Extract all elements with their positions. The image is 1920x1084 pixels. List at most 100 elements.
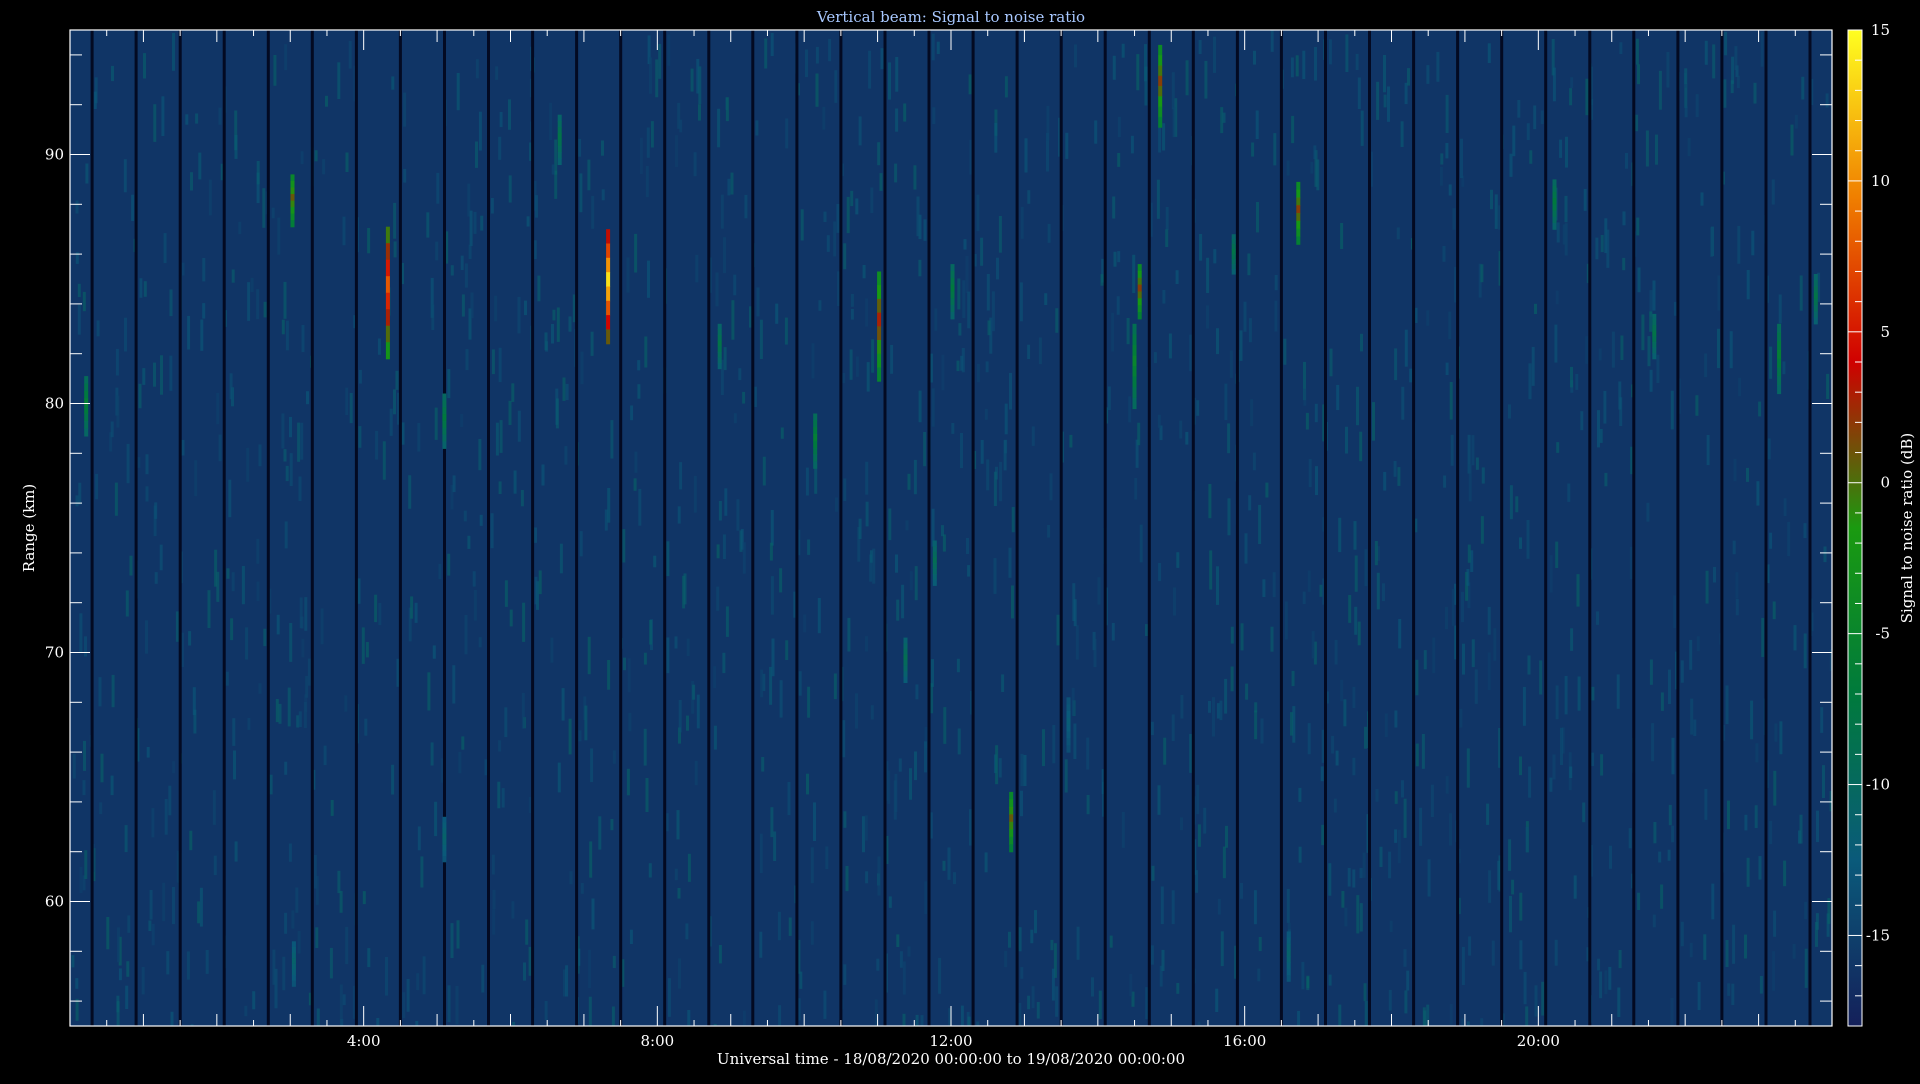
heatmap-noise-cell bbox=[535, 195, 538, 218]
heatmap-noise-cell bbox=[1203, 807, 1207, 834]
heatmap-noise-cell bbox=[1314, 403, 1318, 423]
heatmap-noise-cell bbox=[205, 950, 209, 974]
heatmap-noise-cell bbox=[1480, 516, 1484, 544]
heatmap-noise-cell bbox=[1216, 566, 1219, 605]
heatmap-noise-cell bbox=[438, 563, 442, 580]
heatmap-noise-cell bbox=[693, 475, 697, 513]
heatmap-noise-cell bbox=[850, 294, 854, 307]
heatmap-noise-cell bbox=[731, 300, 735, 340]
heatmap-noise-cell bbox=[172, 32, 175, 71]
heatmap-noise-cell bbox=[742, 542, 746, 574]
echo-segment bbox=[1296, 197, 1301, 206]
heatmap-noise-cell bbox=[718, 945, 722, 964]
heatmap-noise-cell bbox=[127, 915, 131, 933]
heatmap-noise-cell bbox=[111, 674, 115, 708]
echo-mark bbox=[385, 226, 390, 360]
echo-segment bbox=[84, 420, 89, 429]
heatmap-noise-cell bbox=[75, 998, 79, 1021]
snr-heatmap-chart: Vertical beam: Signal to noise ratio 60 7… bbox=[0, 0, 1920, 1080]
heatmap-noise-cell bbox=[129, 555, 133, 576]
echo-segment bbox=[1813, 317, 1818, 325]
heatmap-noise-cell bbox=[417, 423, 421, 452]
heatmap-noise-cell bbox=[1769, 346, 1773, 379]
heatmap-noise-cell bbox=[1552, 67, 1556, 102]
heatmap-noise-cell bbox=[742, 391, 746, 404]
heatmap-noise-cell bbox=[1359, 867, 1363, 879]
heatmap-noise-cell bbox=[93, 91, 97, 109]
heatmap-noise-cell bbox=[467, 535, 471, 549]
heatmap-noise-cell bbox=[188, 631, 192, 646]
heatmap-noise-cell bbox=[197, 901, 201, 924]
heatmap-noise-cell bbox=[497, 781, 501, 809]
heatmap-noise-cell bbox=[520, 490, 524, 507]
heatmap-noise-cell bbox=[967, 291, 971, 329]
heatmap-noise-cell bbox=[218, 107, 222, 125]
heatmap-noise-cell bbox=[247, 718, 251, 730]
heatmap-noise-cell bbox=[903, 103, 907, 122]
echo-segment bbox=[932, 574, 937, 581]
heatmap-noise-cell bbox=[1490, 189, 1493, 210]
heatmap-noise-cell bbox=[389, 408, 393, 436]
heatmap-noise-cell bbox=[1116, 296, 1120, 315]
heatmap-noise-cell bbox=[345, 926, 349, 965]
heatmap-noise-cell bbox=[199, 887, 203, 927]
heatmap-noise-cell bbox=[142, 368, 146, 385]
heatmap-noise-cell bbox=[724, 488, 728, 516]
heatmap-noise-cell bbox=[717, 108, 721, 148]
heatmap-noise-cell bbox=[307, 658, 311, 686]
echo-segment bbox=[1137, 298, 1142, 306]
heatmap-noise-cell bbox=[345, 387, 349, 415]
heatmap-noise-cell bbox=[1690, 698, 1694, 735]
heatmap-noise-cell bbox=[475, 59, 479, 79]
colorbar-gradient bbox=[1848, 30, 1862, 1026]
echo-mark bbox=[717, 323, 722, 370]
heatmap-noise-cell bbox=[870, 187, 874, 213]
heatmap-noise-cell bbox=[1799, 275, 1803, 311]
data-gap-column bbox=[1368, 30, 1371, 1026]
heatmap-noise-cell bbox=[1171, 714, 1175, 741]
heatmap-noise-cell bbox=[779, 568, 783, 593]
heatmap-noise-cell bbox=[1439, 166, 1443, 186]
heatmap-noise-cell bbox=[634, 233, 638, 273]
heatmap-noise-cell bbox=[494, 295, 498, 322]
heatmap-noise-cell bbox=[534, 576, 538, 605]
heatmap-noise-cell bbox=[1051, 968, 1055, 1001]
heatmap-noise-cell bbox=[100, 753, 104, 783]
data-gap-column bbox=[663, 30, 667, 1026]
echo-segment bbox=[84, 391, 89, 400]
echo-segment bbox=[1813, 305, 1818, 312]
heatmap-noise-cell bbox=[1394, 710, 1398, 728]
echo-segment bbox=[606, 257, 611, 273]
heatmap-noise-cell bbox=[720, 194, 724, 229]
heatmap-noise-cell bbox=[1344, 907, 1348, 927]
heatmap-noise-cell bbox=[1656, 354, 1660, 383]
heatmap-noise-cell bbox=[149, 890, 153, 920]
echo-mark bbox=[291, 941, 296, 987]
heatmap-noise-cell bbox=[1758, 401, 1762, 417]
heatmap-noise-cell bbox=[1137, 422, 1141, 446]
echo-segment bbox=[950, 270, 955, 279]
heatmap-noise-cell bbox=[1523, 971, 1527, 1005]
data-gap-column bbox=[178, 30, 182, 1026]
heatmap-noise-cell bbox=[123, 159, 127, 193]
echo-segment bbox=[1813, 274, 1818, 281]
heatmap-noise-cell bbox=[924, 741, 927, 773]
heatmap-noise-cell bbox=[1020, 967, 1024, 979]
heatmap-noise-cell bbox=[850, 190, 854, 207]
heatmap-noise-cell bbox=[1554, 324, 1558, 363]
echo-segment bbox=[1286, 962, 1291, 970]
heatmap-noise-cell bbox=[601, 189, 605, 201]
heatmap-noise-cell bbox=[901, 584, 905, 619]
echo-segment bbox=[717, 351, 722, 358]
heatmap-noise-cell bbox=[1065, 132, 1069, 159]
heatmap-noise-cell bbox=[1822, 765, 1825, 798]
heatmap-noise-cell bbox=[1653, 822, 1657, 844]
heatmap-noise-cell bbox=[626, 257, 630, 293]
heatmap-noise-cell bbox=[1508, 404, 1511, 419]
heatmap-noise-cell bbox=[153, 362, 156, 387]
heatmap-noise-cell bbox=[256, 161, 260, 185]
heatmap-noise-cell bbox=[1684, 106, 1688, 118]
heatmap-noise-cell bbox=[649, 57, 652, 94]
heatmap-noise-cell bbox=[834, 70, 838, 103]
heatmap-noise-cell bbox=[1258, 937, 1262, 952]
